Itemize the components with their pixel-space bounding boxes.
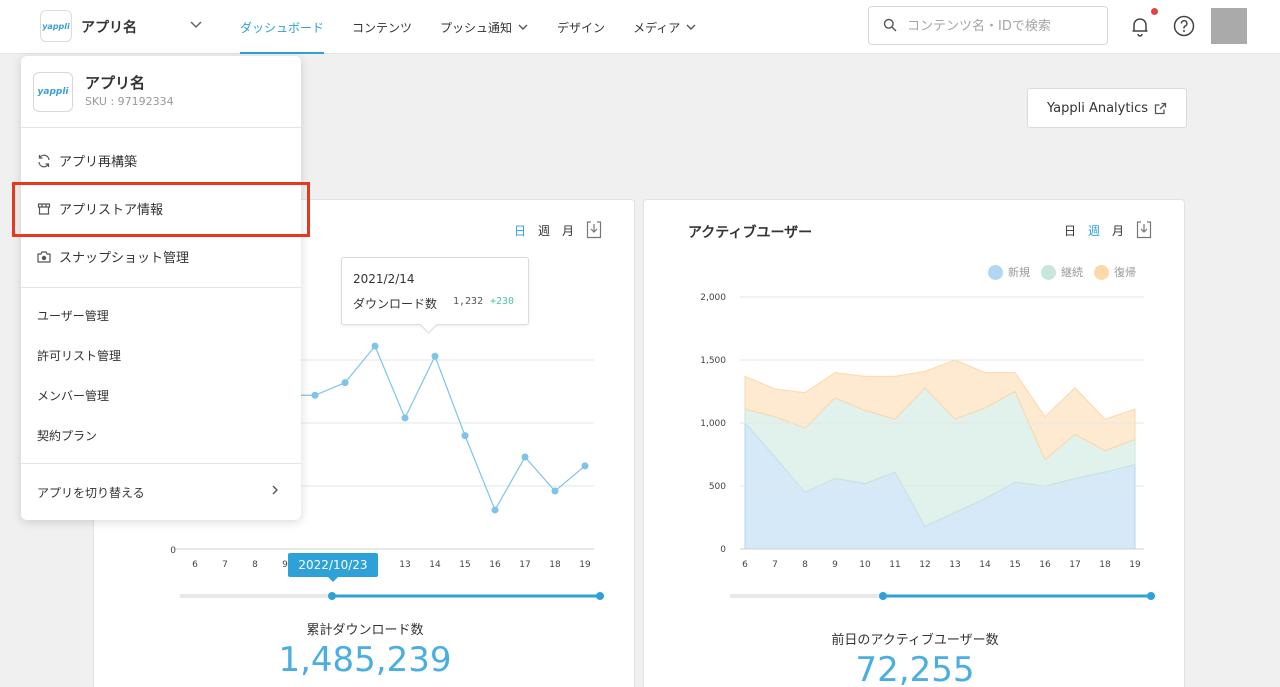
x-tick-label: 9 xyxy=(832,560,838,570)
y-tick-label: 0 xyxy=(170,546,176,556)
x-tick-label: 17 xyxy=(1069,560,1080,570)
tooltip-label: ダウンロード数 xyxy=(353,297,438,311)
series-line xyxy=(285,344,586,512)
x-tick-label: 12 xyxy=(919,560,930,570)
chevron-right-icon[interactable] xyxy=(269,484,281,496)
bell-icon[interactable] xyxy=(1128,14,1152,38)
app-menu: yappli アプリ名 SKU : 97192334 アプリ再構築 アプリストア… xyxy=(21,56,301,520)
range-handle-end xyxy=(1147,592,1155,600)
x-tick-label: 7 xyxy=(222,560,228,570)
x-tick-label: 6 xyxy=(192,560,198,570)
x-tick-label: 15 xyxy=(459,560,470,570)
x-tick-label: 7 xyxy=(772,560,778,570)
external-link-icon xyxy=(1154,102,1167,114)
divider xyxy=(21,463,301,464)
active-stat-label: 前日のアクティブユーザー数 xyxy=(831,633,999,648)
menu-app-name: アプリ名 xyxy=(85,74,146,92)
x-tick-label: 13 xyxy=(399,560,410,570)
search-icon xyxy=(883,18,897,32)
app-logo[interactable]: yappli xyxy=(40,10,72,42)
data-point xyxy=(371,342,379,350)
x-tick-label: 16 xyxy=(1039,560,1051,570)
help-icon[interactable] xyxy=(1172,14,1196,38)
tooltip-date: 2021/2/14 xyxy=(353,272,415,286)
app-name[interactable]: アプリ名 xyxy=(81,17,137,37)
data-point xyxy=(401,414,409,422)
menu-item-switch-app[interactable]: アプリを切り替える xyxy=(37,484,145,501)
avatar[interactable] xyxy=(1211,8,1247,44)
downloads-stat-label: 累計ダウンロード数 xyxy=(306,623,424,638)
range-handle-start xyxy=(328,592,336,600)
data-point xyxy=(461,432,469,440)
main-nav: ダッシュボード コンテンツ プッシュ通知 デザイン メディア xyxy=(226,0,711,54)
nav-push[interactable]: プッシュ通知 xyxy=(426,0,543,54)
menu-item-members[interactable]: メンバー管理 xyxy=(37,387,109,404)
x-tick-label: 19 xyxy=(1129,560,1141,570)
menu-item-allowlist[interactable]: 許可リスト管理 xyxy=(37,347,121,364)
menu-app-sku: SKU : 97192334 xyxy=(85,95,174,108)
x-tick-label: 8 xyxy=(802,560,808,570)
x-tick-label: 16 xyxy=(489,560,501,570)
x-tick-label: 6 xyxy=(742,560,748,570)
x-tick-label: 18 xyxy=(549,560,561,570)
chevron-down-icon xyxy=(686,24,696,30)
x-tick-label: 14 xyxy=(979,560,991,570)
x-tick-label: 18 xyxy=(1099,560,1111,570)
y-tick-label: 1,500 xyxy=(700,356,726,366)
menu-item-snapshot[interactable]: スナップショット管理 xyxy=(37,247,189,266)
data-point xyxy=(551,487,559,495)
x-tick-label: 13 xyxy=(949,560,960,570)
divider xyxy=(21,287,301,288)
data-point xyxy=(431,352,439,360)
active-users-card: アクティブユーザー 日 週 月 新規 継続 復帰 0 500 1,000 1,500 2… xyxy=(643,199,1185,687)
menu-item-plan[interactable]: 契約プラン xyxy=(37,427,97,444)
nav-design[interactable]: デザイン xyxy=(543,0,619,54)
x-tick-label: 15 xyxy=(1009,560,1020,570)
x-tick-label: 14 xyxy=(429,560,441,570)
chevron-down-icon[interactable] xyxy=(189,18,203,32)
x-tick-label: 10 xyxy=(859,560,871,570)
analytics-button[interactable]: Yappli Analytics xyxy=(1027,88,1187,128)
menu-app-logo: yappli xyxy=(33,72,73,112)
x-tick-label: 19 xyxy=(579,560,591,570)
y-tick-label: 1,000 xyxy=(700,419,726,429)
data-point xyxy=(521,453,529,461)
x-tick-label: 8 xyxy=(252,560,258,570)
top-header: yappli アプリ名 ダッシュボード コンテンツ プッシュ通知 デザイン メデ… xyxy=(0,0,1280,54)
search-box[interactable] xyxy=(868,6,1108,45)
tooltip-delta: +230 xyxy=(490,296,515,307)
menu-item-rebuild[interactable]: アプリ再構築 xyxy=(37,151,137,170)
camera-icon xyxy=(37,250,51,263)
nav-contents[interactable]: コンテンツ xyxy=(338,0,426,54)
refresh-icon xyxy=(38,154,50,167)
highlight-box xyxy=(12,182,310,237)
active-users-area-chart: 0 500 1,000 1,500 2,000 6 7 8 9 10 11 12 13 14 15 16 17 1… xyxy=(700,293,1155,600)
data-point xyxy=(491,506,499,514)
search-input[interactable] xyxy=(907,16,1102,36)
active-stat-value: 72,255 xyxy=(855,650,975,687)
data-point xyxy=(581,462,589,470)
downloads-stat-value: 1,485,239 xyxy=(278,640,452,680)
notification-dot xyxy=(1151,8,1158,15)
chart-tooltip: 2021/2/14 ダウンロード数 1,232 +230 xyxy=(341,257,529,325)
y-tick-label: 500 xyxy=(709,482,726,492)
y-tick-label: 2,000 xyxy=(700,293,726,303)
tooltip-value: 1,232 xyxy=(453,296,484,307)
data-point xyxy=(341,379,349,387)
divider xyxy=(21,127,301,128)
chevron-down-icon xyxy=(518,24,528,30)
data-point xyxy=(311,391,319,399)
y-tick-label: 0 xyxy=(720,545,726,555)
menu-item-users[interactable]: ユーザー管理 xyxy=(37,307,109,324)
range-handle-end xyxy=(596,592,604,600)
nav-dashboard[interactable]: ダッシュボード xyxy=(226,0,338,54)
x-tick-label: 17 xyxy=(519,560,530,570)
nav-media[interactable]: メディア xyxy=(619,0,711,54)
x-tick-label: 11 xyxy=(889,560,900,570)
range-start-label: 2022/10/23 xyxy=(288,553,378,582)
range-handle-start xyxy=(879,592,887,600)
